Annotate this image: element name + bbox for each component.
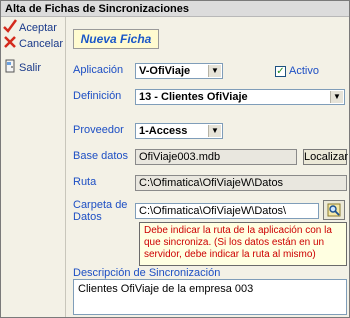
definicion-label: Definición xyxy=(73,90,122,102)
chevron-down-icon[interactable]: ▼ xyxy=(330,91,343,103)
aplicacion-label: Aplicación xyxy=(73,64,124,76)
aplicacion-select[interactable]: V-OfiViaje ▼ xyxy=(135,63,223,79)
activo-checkbox[interactable]: ✓ xyxy=(275,66,286,77)
exit-door-icon xyxy=(3,59,17,78)
base-datos-field: OfiViaje003.mdb xyxy=(135,149,297,165)
chevron-down-icon[interactable]: ▼ xyxy=(208,65,221,77)
browse-folder-button[interactable] xyxy=(323,200,345,220)
ruta-label: Ruta xyxy=(73,176,97,188)
cancel-button-label: Cancelar xyxy=(19,38,64,50)
descripcion-label: Descripción de Sincronización xyxy=(73,267,221,279)
proveedor-label: Proveedor xyxy=(73,124,124,136)
accept-button-label: Aceptar xyxy=(19,22,57,34)
carpeta-label-line2: Datos xyxy=(73,211,102,223)
base-datos-label: Base datos xyxy=(73,150,129,162)
window-title: Alta de Fichas de Sincronizaciones xyxy=(1,1,349,17)
checkmark-icon: ✓ xyxy=(276,65,285,77)
proveedor-select[interactable]: 1-Access ▼ xyxy=(135,123,223,139)
cancel-button[interactable]: Cancelar xyxy=(3,35,64,54)
sync-form-window: Alta de Fichas de Sincronizaciones Acept… xyxy=(0,0,350,318)
toolbar-divider xyxy=(65,17,66,317)
aplicacion-value: V-OfiViaje xyxy=(139,65,191,77)
descripcion-textarea[interactable]: Clientes OfiViaje de la empresa 003 xyxy=(73,279,347,315)
localizar-button[interactable]: Localizar xyxy=(303,149,348,165)
exit-button[interactable]: Salir xyxy=(3,59,42,78)
definicion-select[interactable]: 13 - Clientes OfiViaje ▼ xyxy=(135,89,345,105)
chevron-down-icon[interactable]: ▼ xyxy=(208,125,221,137)
carpeta-value: C:\Ofimatica\OfiViajeW\Datos\ xyxy=(139,205,287,217)
carpeta-label-line1: Carpeta de xyxy=(73,199,128,211)
exit-button-label: Salir xyxy=(19,62,42,74)
activo-label: Activo xyxy=(289,65,319,77)
search-icon xyxy=(327,203,341,217)
form-area: Nueva Ficha Aplicación V-OfiViaje ▼ ✓ Ac… xyxy=(67,17,349,317)
cross-icon xyxy=(3,35,17,54)
definicion-value: 13 - Clientes OfiViaje xyxy=(139,91,248,103)
toolbar: Aceptar Cancelar Salir xyxy=(1,17,63,317)
proveedor-value: 1-Access xyxy=(139,125,188,137)
carpeta-help-tooltip: Debe indicar la ruta de la aplicación co… xyxy=(139,222,347,266)
form-mode-banner: Nueva Ficha xyxy=(73,29,159,49)
ruta-field: C:\Ofimatica\OfiViajeW\Datos xyxy=(135,175,347,191)
carpeta-input[interactable]: C:\Ofimatica\OfiViajeW\Datos\ xyxy=(135,203,319,219)
